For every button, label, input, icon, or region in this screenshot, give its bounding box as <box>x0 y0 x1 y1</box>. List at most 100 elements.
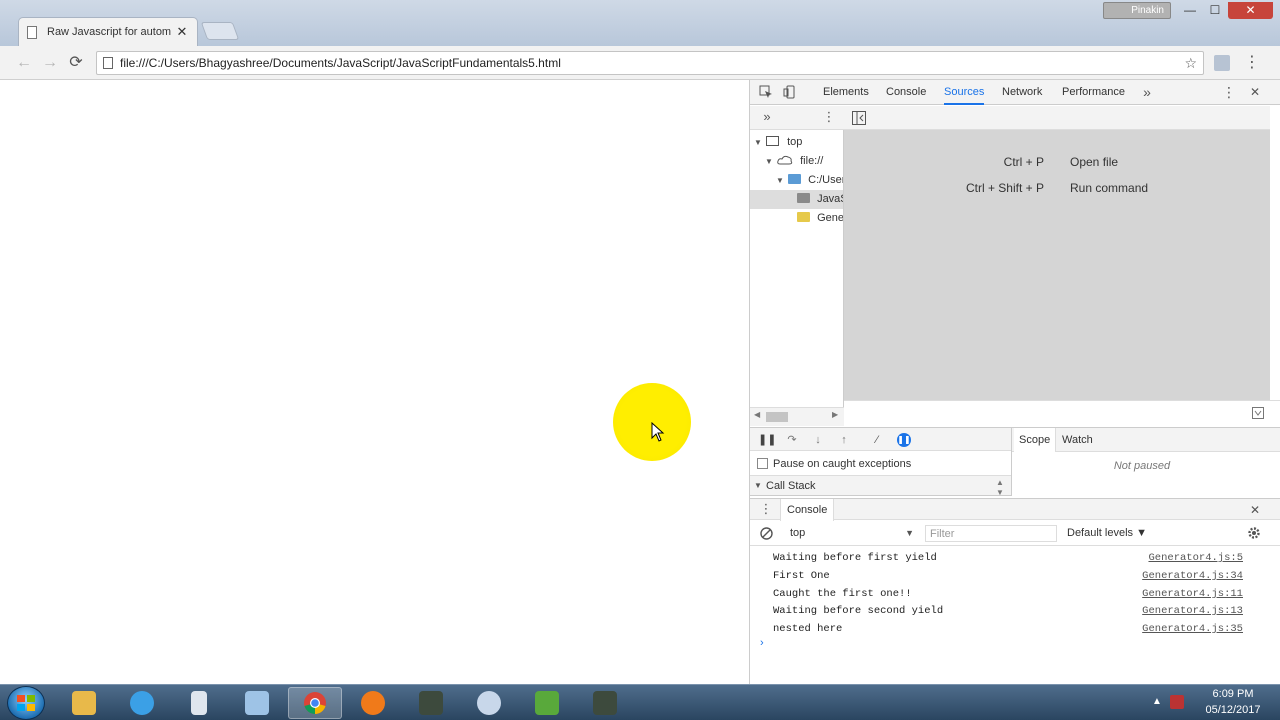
expand-triangle-icon[interactable]: ▼ <box>753 133 763 152</box>
scope-watch-pane: Scope Watch Not paused <box>1011 427 1280 496</box>
page-viewport[interactable] <box>0 80 749 684</box>
taskbar-item-explorer[interactable] <box>57 687 111 719</box>
navigator-more-icon[interactable]: » <box>760 110 774 124</box>
toggle-debugger-icon[interactable] <box>1252 407 1264 419</box>
call-stack-header[interactable]: ▼ Call Stack ▲ ▼ <box>750 476 1011 498</box>
tree-item-generator[interactable]: Gene <box>750 209 843 228</box>
cloud-icon <box>777 155 793 165</box>
taskbar-item-app-9[interactable] <box>520 687 574 719</box>
tree-item-top[interactable]: ▼ top <box>750 133 843 152</box>
show-hidden-icons-icon[interactable]: ▲ <box>1152 696 1162 707</box>
devtools-close-icon[interactable]: ✕ <box>1248 85 1262 99</box>
navigator-menu-icon[interactable]: ⋮ <box>822 110 836 124</box>
pause-on-caught-row[interactable]: Pause on caught exceptions <box>750 452 1011 476</box>
deactivate-breakpoints-icon[interactable]: ⁄ <box>870 433 884 447</box>
tab-console[interactable]: Console <box>886 80 926 105</box>
console-message-source-link[interactable]: Generator4.js:34 <box>1142 567 1243 585</box>
expand-triangle-icon[interactable]: ▼ <box>775 171 785 190</box>
console-message-text: Waiting before first yield <box>773 552 937 564</box>
console-message-text: Waiting before second yield <box>773 605 944 617</box>
minimize-button[interactable]: — <box>1178 2 1202 19</box>
toggle-navigator-icon[interactable] <box>852 111 866 125</box>
taskbar-item-chrome[interactable] <box>288 687 342 719</box>
navigator-scrollbar[interactable]: ◀ ▶ <box>750 407 844 426</box>
mouse-cursor-icon <box>651 422 665 442</box>
devtools-menu-icon[interactable]: ⋮ <box>1222 85 1236 99</box>
inspect-element-icon[interactable] <box>759 85 773 99</box>
drawer-tab-console[interactable]: Console <box>780 499 835 521</box>
tab-sources[interactable]: Sources <box>944 80 985 105</box>
console-prompt[interactable]: › <box>760 637 764 649</box>
device-toolbar-icon[interactable] <box>783 85 797 99</box>
window-close-button[interactable]: ✕ <box>1228 2 1273 19</box>
pause-icon[interactable]: ❚❚ <box>758 433 776 447</box>
taskbar-item-app-7[interactable] <box>404 687 458 719</box>
taskbar-item-app-3[interactable] <box>172 687 226 719</box>
app-icon <box>245 691 269 715</box>
taskbar-item-app-10[interactable] <box>578 687 632 719</box>
tab-close-icon[interactable]: ✕ <box>175 24 189 40</box>
tab-watch[interactable]: Watch <box>1057 428 1098 452</box>
tab-performance[interactable]: Performance <box>1062 80 1125 105</box>
drawer-close-icon[interactable]: ✕ <box>1248 503 1262 517</box>
log-levels-dropdown[interactable]: Default levels ▼ <box>1067 526 1147 541</box>
editor-placeholder[interactable]: Ctrl + P Open file Ctrl + Shift + P Run … <box>844 130 1270 400</box>
tab-network[interactable]: Network <box>1002 80 1042 105</box>
network-icon[interactable] <box>1170 695 1184 709</box>
profile-button[interactable]: Pinakin <box>1103 2 1171 19</box>
new-tab-button[interactable] <box>200 22 240 40</box>
resize-handle-icon[interactable]: ▲ ▼ <box>996 478 1004 498</box>
taskbar: ▲ 6:09 PM 05/12/2017 <box>0 684 1280 720</box>
tree-item-label: C:/User <box>808 174 844 186</box>
reload-button[interactable]: ⟳ <box>66 53 86 73</box>
scope-watch-tabs: Scope Watch <box>1012 428 1280 452</box>
start-button[interactable] <box>7 686 45 720</box>
pause-on-caught-label: Pause on caught exceptions <box>773 458 912 470</box>
url-text[interactable]: file:///C:/Users/Bhagyashree/Documents/J… <box>120 56 1184 70</box>
console-message-source-link[interactable]: Generator4.js:5 <box>1148 549 1243 567</box>
app-icon <box>419 691 443 715</box>
gear-icon[interactable] <box>1247 526 1261 540</box>
pause-on-exceptions-icon[interactable]: ❚❚ <box>897 433 911 447</box>
collapse-triangle-icon[interactable]: ▼ <box>754 476 762 496</box>
taskbar-item-app-4[interactable] <box>230 687 284 719</box>
console-messages: Waiting before first yield Generator4.js… <box>750 548 1280 684</box>
clear-console-icon[interactable] <box>760 527 773 540</box>
drawer-menu-icon[interactable]: ⋮ <box>759 502 773 516</box>
pause-on-caught-checkbox[interactable] <box>757 458 768 469</box>
console-message-source-link[interactable]: Generator4.js:35 <box>1142 620 1243 638</box>
address-bar[interactable]: file:///C:/Users/Bhagyashree/Documents/J… <box>96 51 1204 75</box>
clock-time[interactable]: 6:09 PM <box>1202 688 1264 700</box>
extension-icon[interactable] <box>1214 55 1230 71</box>
tree-item-label: top <box>787 136 803 148</box>
step-out-icon[interactable]: ↑ <box>837 433 851 447</box>
maximize-button[interactable]: ☐ <box>1203 2 1227 19</box>
tree-item-javascript[interactable]: JavaS <box>750 190 843 209</box>
step-over-icon[interactable]: ↷ <box>785 433 799 447</box>
step-into-icon[interactable]: ↓ <box>811 433 825 447</box>
bookmark-star-icon[interactable]: ☆ <box>1184 55 1197 72</box>
devtools-panel: Elements Console Sources Network Perform… <box>749 80 1280 684</box>
tree-item-file[interactable]: ▼ file:// <box>750 152 843 171</box>
tab-scope[interactable]: Scope <box>1014 428 1057 452</box>
scroll-thumb[interactable] <box>766 412 788 422</box>
more-tabs-icon[interactable]: » <box>1140 85 1154 99</box>
browser-menu-button[interactable]: ⋮ <box>1244 53 1260 73</box>
back-button[interactable]: ← <box>14 53 34 73</box>
clock-date[interactable]: 05/12/2017 <box>1202 704 1264 716</box>
tree-item-c-users[interactable]: ▼ C:/User <box>750 171 844 190</box>
scroll-right-icon[interactable]: ▶ <box>832 410 838 419</box>
file-icon <box>103 57 113 69</box>
console-filter-input[interactable] <box>925 525 1057 542</box>
taskbar-item-firefox[interactable] <box>346 687 400 719</box>
tab-elements[interactable]: Elements <box>823 80 869 105</box>
taskbar-item-paint[interactable] <box>462 687 516 719</box>
taskbar-item-internet-explorer[interactable] <box>115 687 169 719</box>
forward-button[interactable]: → <box>40 53 60 73</box>
browser-tab[interactable]: Raw Javascript for autom ✕ <box>18 17 198 46</box>
scroll-left-icon[interactable]: ◀ <box>754 410 760 419</box>
console-message-source-link[interactable]: Generator4.js:13 <box>1142 602 1243 620</box>
console-message-source-link[interactable]: Generator4.js:11 <box>1142 585 1243 603</box>
expand-triangle-icon[interactable]: ▼ <box>764 152 774 171</box>
context-selector[interactable]: top ▼ <box>790 526 914 541</box>
